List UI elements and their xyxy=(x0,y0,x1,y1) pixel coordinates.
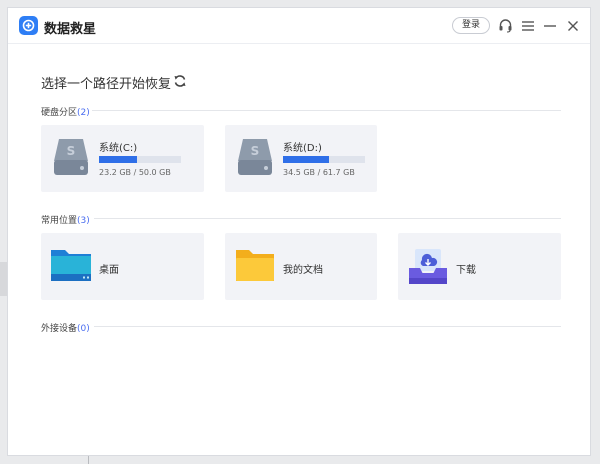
section-common-count: (3) xyxy=(77,216,90,226)
folder-icon xyxy=(236,250,274,281)
location-card-downloads[interactable]: 下载 xyxy=(398,233,561,300)
app-window: 数据救星 登录 选择一个路径开始恢复 硬盘分区(2) S 系统(C:) 23.2… xyxy=(7,7,591,456)
drive-name: 系统(D:) xyxy=(283,143,322,154)
hard-drive-icon: S xyxy=(54,139,88,175)
hard-drive-icon: S xyxy=(238,139,272,175)
desktop-icon xyxy=(51,250,91,281)
background-divider xyxy=(88,456,89,464)
section-external-count: (0) xyxy=(77,324,90,334)
drive-name: 系统(C:) xyxy=(99,143,138,154)
section-drives-title: 硬盘分区 xyxy=(41,108,78,118)
section-drives-label: 硬盘分区(2) xyxy=(41,105,90,118)
section-external-label: 外接设备(0) xyxy=(41,321,90,334)
refresh-icon[interactable] xyxy=(173,74,187,88)
page-title: 选择一个路径开始恢复 xyxy=(41,77,172,92)
svg-text:S: S xyxy=(67,144,76,158)
drive-card-d[interactable]: S 系统(D:) 34.5 GB / 61.7 GB xyxy=(225,125,377,192)
minimize-icon[interactable] xyxy=(541,17,558,34)
location-label: 桌面 xyxy=(99,265,119,276)
drive-usage-fill xyxy=(99,156,138,163)
headset-icon[interactable] xyxy=(497,17,514,34)
close-icon[interactable] xyxy=(564,17,581,34)
menu-icon[interactable] xyxy=(519,17,536,34)
drive-size: 23.2 GB / 50.0 GB xyxy=(99,168,171,177)
section-external-title: 外接设备 xyxy=(41,324,78,334)
drive-usage-bar xyxy=(99,156,181,163)
location-label: 我的文档 xyxy=(283,265,323,276)
section-common-title: 常用位置 xyxy=(41,216,78,226)
location-label: 下载 xyxy=(456,265,476,276)
section-external-divider xyxy=(94,326,561,327)
section-common-label: 常用位置(3) xyxy=(41,213,90,226)
title-bar: 数据救星 登录 xyxy=(8,8,590,44)
drive-card-c[interactable]: S 系统(C:) 23.2 GB / 50.0 GB xyxy=(41,125,204,192)
section-drives-count: (2) xyxy=(77,108,90,118)
section-common-divider xyxy=(94,218,561,219)
drive-usage-bar xyxy=(283,156,365,163)
app-title: 数据救星 xyxy=(44,22,97,37)
app-logo-icon xyxy=(19,16,38,35)
drive-usage-fill xyxy=(283,156,329,163)
download-icon xyxy=(409,249,447,284)
location-card-desktop[interactable]: 桌面 xyxy=(41,233,204,300)
login-button[interactable]: 登录 xyxy=(452,17,490,34)
svg-text:S: S xyxy=(251,144,260,158)
section-drives-divider xyxy=(92,110,561,111)
drive-size: 34.5 GB / 61.7 GB xyxy=(283,168,355,177)
location-card-documents[interactable]: 我的文档 xyxy=(225,233,377,300)
